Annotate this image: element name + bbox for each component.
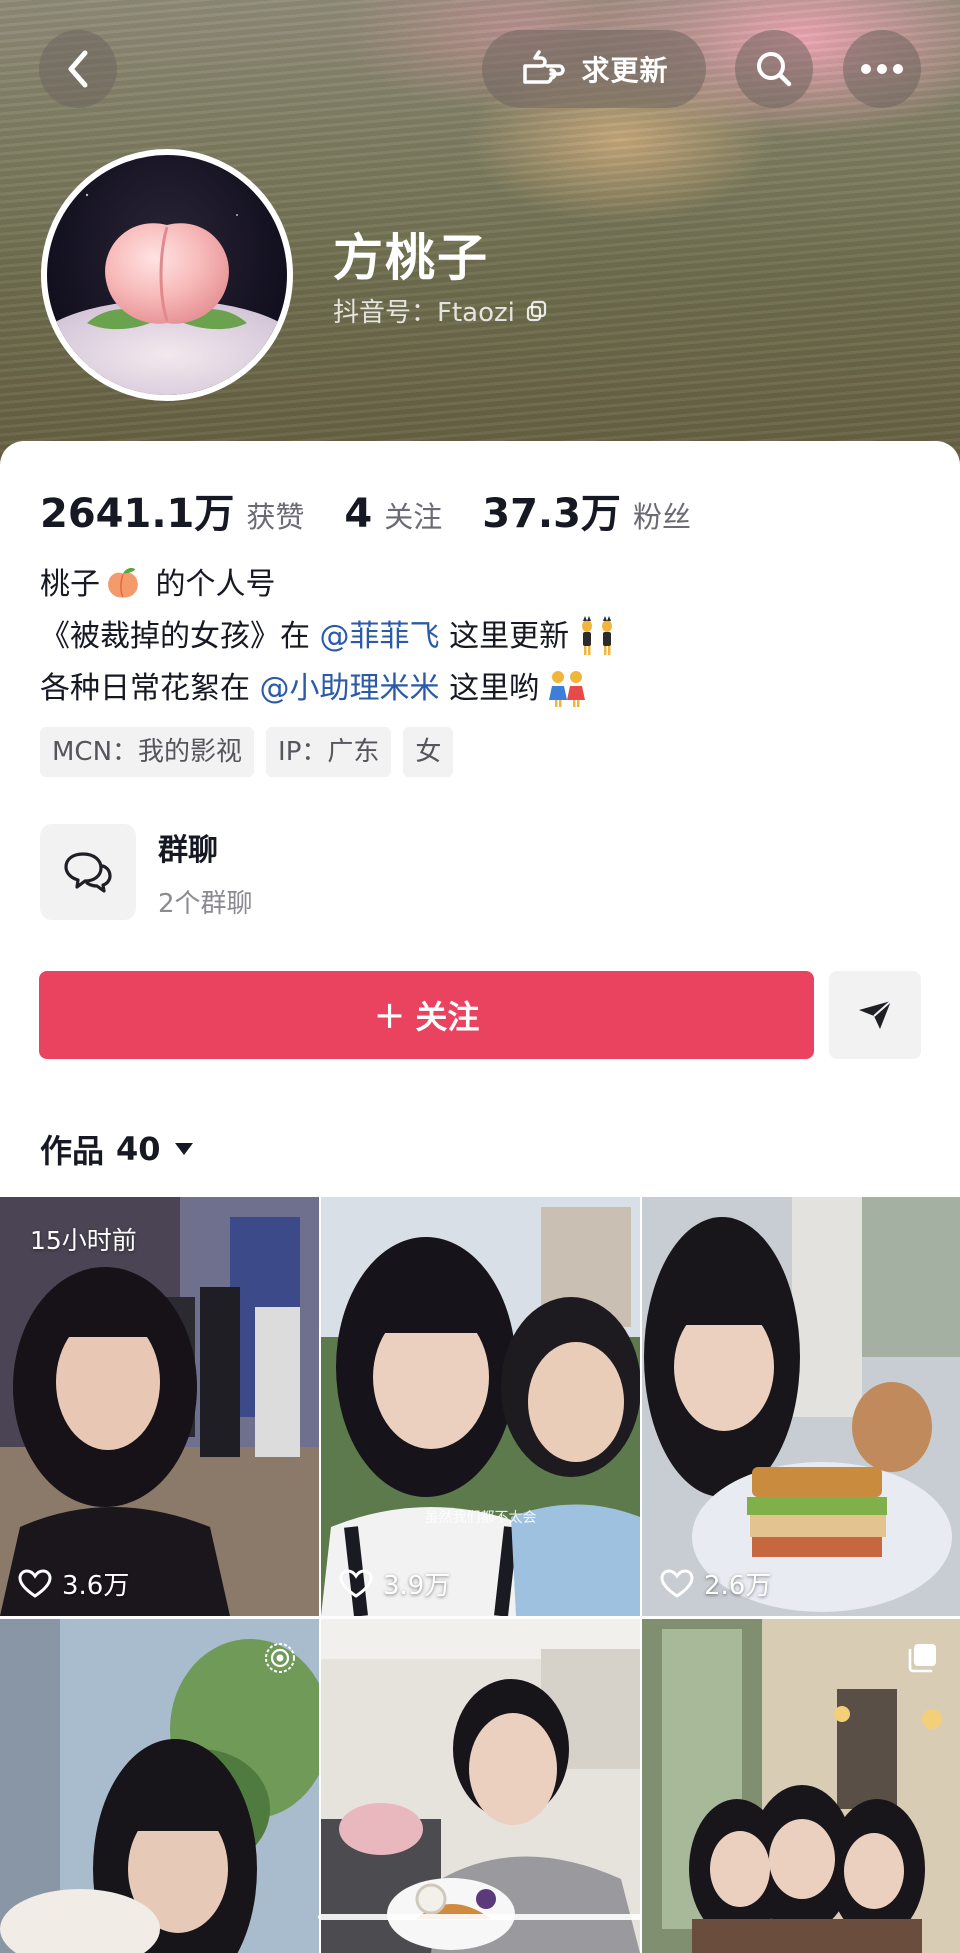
following-count[interactable]: 4 xyxy=(344,491,372,537)
video-grid: 15小时前 3.6万 虽然我们都不太会 3.9万 2.6万 xyxy=(0,1197,960,1953)
photo-album-icon xyxy=(908,1644,936,1673)
chat-bubbles-icon xyxy=(64,852,112,893)
video-cover-image xyxy=(0,1197,319,1616)
caret-down-icon xyxy=(174,1143,193,1155)
paper-plane-icon xyxy=(859,1000,892,1029)
works-count: 40 xyxy=(116,1130,161,1168)
bio-text: 的个人号 xyxy=(155,567,276,602)
mention-link[interactable]: @小助理米米 xyxy=(260,671,440,706)
video-thumbnail[interactable]: 2.6万 xyxy=(642,1197,960,1616)
request-update-button[interactable]: 求更新 xyxy=(482,30,706,108)
followers-count[interactable]: 37.3万 xyxy=(482,481,621,539)
video-caption: 虽然我们都不太会 xyxy=(424,1510,537,1526)
profile-card: 2641.1万 获赞 4 关注 37.3万 粉丝 桃子 的个人号 《被裁掉的女孩… xyxy=(0,441,960,1953)
likes-label: 获赞 xyxy=(246,500,305,534)
back-button[interactable] xyxy=(39,30,117,108)
group-chat-icon-box xyxy=(40,824,136,920)
group-chat-entry[interactable]: 群聊 2个群聊 xyxy=(40,824,253,920)
tag-ip: IP：广东 xyxy=(266,727,392,777)
video-cover-image xyxy=(642,1197,960,1616)
more-button[interactable] xyxy=(843,30,921,108)
bio-text: 这里更新 xyxy=(449,619,570,654)
more-dots-icon xyxy=(861,64,903,74)
like-count-text: 2.6万 xyxy=(704,1571,772,1601)
heart-icon xyxy=(18,1568,52,1598)
like-count-text: 3.9万 xyxy=(383,1571,451,1601)
two-girls-emoji-icon xyxy=(549,671,586,707)
bio-text: 这里哟 xyxy=(449,671,540,706)
douyin-id-text: 抖音号：Ftaozi xyxy=(333,298,515,328)
likes-count: 2641.1万 xyxy=(40,491,235,537)
works-tab[interactable]: 作品 40 xyxy=(40,1126,195,1172)
video-thumbnail[interactable]: 15小时前 3.6万 xyxy=(0,1197,319,1616)
followers-label[interactable]: 粉丝 xyxy=(633,494,691,536)
tag-gender: 女 xyxy=(403,727,454,777)
send-message-button[interactable] xyxy=(829,971,921,1059)
search-icon xyxy=(757,52,792,87)
video-thumbnail[interactable]: 虽然我们都不太会 3.9万 xyxy=(321,1197,640,1616)
bio-line-3: 各种日常花絮在 @小助理米米 这里哟 xyxy=(40,663,619,715)
post-time: 15小时前 xyxy=(30,1226,137,1255)
tag-mcn[interactable]: MCN：我的影视 xyxy=(40,727,255,777)
following-label[interactable]: 关注 xyxy=(384,494,442,536)
plus-icon: + xyxy=(373,993,406,1037)
group-chat-subtitle: 2个群聊 xyxy=(158,888,253,919)
follow-button[interactable]: + 关注 xyxy=(39,971,814,1059)
bio-text: 各种日常花絮在 xyxy=(40,671,250,706)
group-chat-title: 群聊 xyxy=(158,832,218,868)
heart-icon xyxy=(339,1568,373,1598)
video-thumbnail[interactable] xyxy=(0,1619,319,1953)
stats-row: 2641.1万 获赞 4 关注 37.3万 粉丝 xyxy=(40,481,731,539)
like-count: 2.6万 xyxy=(660,1565,771,1602)
back-arrow-icon xyxy=(68,50,88,88)
bio-line-1: 桃子 的个人号 xyxy=(40,559,619,611)
search-button[interactable] xyxy=(735,30,813,108)
request-update-label: 求更新 xyxy=(581,54,669,87)
pointing-hand-icon xyxy=(523,50,566,84)
profile-name: 方桃子 xyxy=(333,229,489,287)
bio-line-2: 《被裁掉的女孩》在 @菲菲飞 这里更新 xyxy=(40,611,619,663)
copy-icon[interactable] xyxy=(525,299,549,323)
video-thumbnail[interactable] xyxy=(642,1619,960,1953)
bio-text: 桃子 xyxy=(40,567,100,602)
follow-label: 关注 xyxy=(415,998,480,1036)
like-count: 3.9万 xyxy=(339,1565,450,1602)
live-photo-icon xyxy=(265,1643,295,1673)
like-count: 3.6万 xyxy=(18,1565,129,1602)
video-cover-image xyxy=(321,1619,640,1953)
mention-link[interactable]: @菲菲飞 xyxy=(320,619,440,654)
peach-avatar-image xyxy=(47,193,287,395)
bunny-dancers-emoji-icon xyxy=(582,616,613,655)
like-count-text: 3.6万 xyxy=(62,1571,130,1601)
profile-tags: MCN：我的影视 IP：广东 女 xyxy=(40,727,454,777)
peach-emoji-icon xyxy=(108,567,138,598)
bio-text: 《被裁掉的女孩》在 xyxy=(40,619,310,654)
heart-icon xyxy=(660,1568,694,1598)
avatar[interactable] xyxy=(41,149,293,401)
video-cover-image xyxy=(321,1197,640,1616)
works-label: 作品 xyxy=(40,1132,105,1170)
douyin-id: 抖音号：Ftaozi xyxy=(333,292,549,329)
video-thumbnail[interactable] xyxy=(321,1619,640,1953)
home-indicator xyxy=(318,1914,642,1920)
bio: 桃子 的个人号 《被裁掉的女孩》在 @菲菲飞 这里更新 各种日常花絮在 @小助理… xyxy=(40,559,619,715)
